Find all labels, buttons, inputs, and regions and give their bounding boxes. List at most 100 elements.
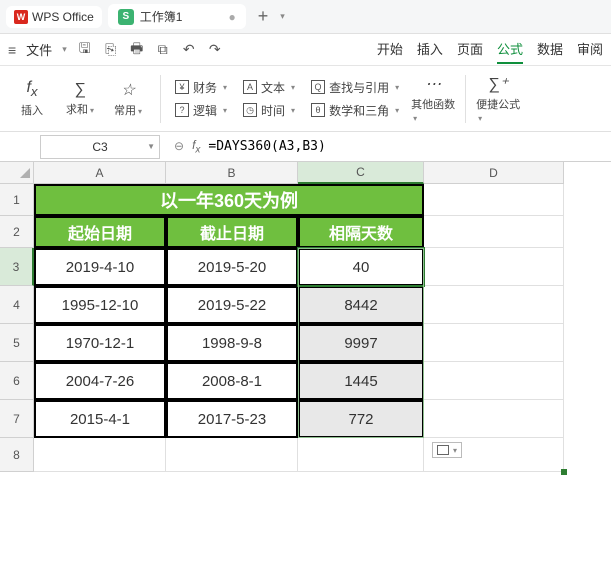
finance-button[interactable]: ¥财务▾ xyxy=(171,77,231,98)
quick-formula-button[interactable]: ∑⁺ 便捷公式▾ xyxy=(476,70,520,128)
undo-icon[interactable]: ↶ xyxy=(181,41,197,58)
row-header[interactable]: 5 xyxy=(0,324,34,362)
lookup-button[interactable]: Q查找与引用▾ xyxy=(307,77,403,98)
save-icon[interactable]: 🖫 xyxy=(77,38,93,62)
sigma-icon: ∑ xyxy=(74,81,85,99)
row-header[interactable]: 6 xyxy=(0,362,34,400)
yen-icon: ¥ xyxy=(175,80,189,94)
cell[interactable] xyxy=(424,324,564,362)
col-header[interactable]: D xyxy=(424,162,564,184)
cell[interactable]: 2017-5-23 xyxy=(166,400,298,438)
more-functions-button[interactable]: ⋯ 其他函数▾ xyxy=(411,70,455,128)
fx-icon[interactable]: fx xyxy=(192,138,200,155)
document-title: 工作簿1 xyxy=(140,8,183,25)
file-caret-icon: ▾ xyxy=(62,44,67,55)
table-title[interactable]: 以一年360天为例 xyxy=(34,184,424,216)
namebox-caret-icon: ▼ xyxy=(147,142,155,151)
ribbon-group-cat2: A文本▾ ◷时间▾ xyxy=(235,70,303,128)
cell[interactable]: 2008-8-1 xyxy=(166,362,298,400)
cell[interactable]: 1445 xyxy=(298,362,424,400)
table-header[interactable]: 起始日期 xyxy=(34,216,166,248)
print-icon[interactable]: 🖶 xyxy=(129,38,145,62)
ribbon-group-more: ⋯ 其他函数▾ xyxy=(407,70,459,128)
tab-page[interactable]: 页面 xyxy=(457,35,483,64)
row-header[interactable]: 1 xyxy=(0,184,34,216)
name-box-value: C3 xyxy=(92,140,107,154)
export-icon[interactable]: ⎘ xyxy=(103,41,119,58)
star-icon: ☆ xyxy=(121,80,135,100)
col-header[interactable]: C xyxy=(298,162,424,184)
math-button[interactable]: θ数学和三角▾ xyxy=(307,100,403,121)
col-header[interactable]: A xyxy=(34,162,166,184)
cell[interactable]: 9997 xyxy=(298,324,424,362)
row-headers: 1 2 3 4 5 6 7 8 xyxy=(0,184,34,472)
cell[interactable]: 1998-9-8 xyxy=(166,324,298,362)
cell[interactable] xyxy=(298,438,424,472)
table-header[interactable]: 相隔天数 xyxy=(298,216,424,248)
cell[interactable]: 2019-4-10 xyxy=(34,248,166,286)
table-header[interactable]: 截止日期 xyxy=(166,216,298,248)
row-header[interactable]: 4 xyxy=(0,286,34,324)
fx-icon: fx xyxy=(26,79,37,99)
question-icon: ? xyxy=(175,103,189,117)
cell[interactable] xyxy=(166,438,298,472)
row-header[interactable]: 8 xyxy=(0,438,34,472)
row-header[interactable]: 3 xyxy=(0,248,34,286)
cell-area: 以一年360天为例 起始日期 截止日期 相隔天数 2019-4-10 2019-… xyxy=(34,184,564,472)
select-all-corner[interactable] xyxy=(0,162,34,184)
cell[interactable] xyxy=(424,216,564,248)
autosum-button[interactable]: ∑ 求和▾ xyxy=(58,70,102,128)
hamburger-icon[interactable]: ≡ xyxy=(8,42,16,58)
cell[interactable] xyxy=(424,184,564,216)
col-header[interactable]: B xyxy=(166,162,298,184)
document-tab[interactable]: S 工作簿1 ● xyxy=(108,4,246,29)
cell[interactable] xyxy=(34,438,166,472)
ellipsis-box-icon: ⋯ xyxy=(425,74,441,94)
insert-function-button[interactable]: fx 插入 xyxy=(10,70,54,128)
cancel-icon[interactable]: ⊖ xyxy=(174,139,184,153)
app-name: WPS Office xyxy=(32,10,94,24)
cell[interactable] xyxy=(424,286,564,324)
tab-start[interactable]: 开始 xyxy=(377,35,403,64)
cell[interactable]: 1995-12-10 xyxy=(34,286,166,324)
cell[interactable] xyxy=(424,248,564,286)
cell[interactable]: 8442 xyxy=(298,286,424,324)
column-headers: A B C D xyxy=(34,162,564,184)
tab-data[interactable]: 数据 xyxy=(537,35,563,64)
ribbon-group-basic: fx 插入 ∑ 求和▾ ☆ 常用▾ xyxy=(6,70,154,128)
row-header[interactable]: 7 xyxy=(0,400,34,438)
cell[interactable]: 2004-7-26 xyxy=(34,362,166,400)
tab-insert[interactable]: 插入 xyxy=(417,35,443,64)
tab-menu-caret-icon[interactable]: ▾ xyxy=(280,11,285,22)
common-functions-button[interactable]: ☆ 常用▾ xyxy=(106,70,150,128)
cell[interactable]: 772 xyxy=(298,400,424,438)
autofill-options-button[interactable]: ▾ xyxy=(432,442,462,458)
name-box[interactable]: C3 ▼ xyxy=(40,135,160,159)
row-header[interactable]: 2 xyxy=(0,216,34,248)
letter-a-icon: A xyxy=(243,80,257,94)
tab-formula[interactable]: 公式 xyxy=(497,35,523,64)
tab-review[interactable]: 审阅 xyxy=(577,35,603,64)
modified-dot-icon: ● xyxy=(228,10,235,24)
cell[interactable] xyxy=(424,400,564,438)
ribbon-group-cat3: Q查找与引用▾ θ数学和三角▾ xyxy=(303,70,407,128)
preview-icon[interactable]: ⧉ xyxy=(155,41,171,58)
new-tab-button[interactable]: + xyxy=(252,6,275,27)
logic-button[interactable]: ?逻辑▾ xyxy=(171,100,231,121)
datetime-button[interactable]: ◷时间▾ xyxy=(239,100,299,121)
formula-input[interactable] xyxy=(208,139,508,154)
redo-icon[interactable]: ↷ xyxy=(207,41,223,58)
cell[interactable]: 2019-5-20 xyxy=(166,248,298,286)
cell[interactable]: 2019-5-22 xyxy=(166,286,298,324)
fill-handle[interactable] xyxy=(561,469,567,475)
sigma-plus-icon: ∑⁺ xyxy=(488,74,508,94)
quick-access: ≡ 文件 ▾ 🖫 ⎘ 🖶 ⧉ ↶ ↷ xyxy=(8,38,223,62)
cell[interactable]: 1970-12-1 xyxy=(34,324,166,362)
app-badge[interactable]: W WPS Office xyxy=(6,6,102,28)
text-button[interactable]: A文本▾ xyxy=(239,77,299,98)
cell[interactable]: 2015-4-1 xyxy=(34,400,166,438)
file-menu[interactable]: 文件 xyxy=(26,40,52,59)
cell[interactable] xyxy=(424,362,564,400)
separator xyxy=(160,75,161,123)
active-cell[interactable]: 40 xyxy=(298,248,424,286)
